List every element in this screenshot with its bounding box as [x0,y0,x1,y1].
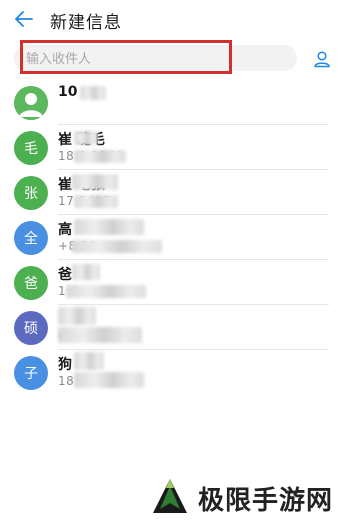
blur-mask [58,307,96,325]
app-header: 新建信息 [0,0,343,38]
contact-picker-button[interactable] [309,46,335,72]
list-item[interactable]: 张 崔 毛张 17 5497 [0,170,343,215]
avatar-letter: 爸 [24,276,38,292]
blur-mask [74,352,104,370]
blur-mask [72,174,118,190]
avatar-letter: 张 [24,186,38,202]
blur-mask [80,86,106,100]
contact-name: 高 [58,222,72,238]
triangle-logo-icon [153,479,187,513]
blur-mask [74,219,144,235]
blur-mask [72,264,100,280]
contact-name: 10 [58,84,78,100]
avatar: 硕 [14,311,48,345]
back-button[interactable] [12,7,36,31]
contact-name: 爸 [58,267,72,283]
person-icon [314,51,330,68]
avatar: 爸 [14,266,48,300]
avatar [14,86,48,120]
blur-mask [74,131,98,145]
avatar: 子 [14,356,48,390]
blur-mask [58,327,142,343]
blur-mask [66,285,146,298]
avatar-letter: 硕 [24,321,38,337]
recipient-row [0,40,343,80]
list-item[interactable]: 毛 崔 睫毛 18 3 2842 [0,125,343,170]
list-item[interactable]: 爸 爸 1 4 [0,260,343,305]
watermark: 极限手游网 [150,474,340,518]
blur-mask [74,195,118,208]
list-item[interactable]: 全 高 +8 90 [0,215,343,260]
recipient-input[interactable] [26,47,226,71]
watermark-text: 极限手游网 [198,486,334,516]
person-icon [14,86,48,120]
avatar: 毛 [14,131,48,165]
blur-mask [72,240,162,253]
list-item[interactable]: 硕 6 [0,305,343,350]
avatar-letter: 全 [24,231,38,247]
page-title: 新建信息 [50,13,122,33]
avatar: 张 [14,176,48,210]
blur-mask [74,150,126,163]
list-item[interactable]: 子 狗 18 8 3 [0,350,343,395]
avatar-letter: 毛 [24,141,38,157]
contact-name: 狗 [58,357,72,373]
arrow-left-icon [15,11,33,27]
avatar: 全 [14,221,48,255]
blur-mask [74,372,144,388]
avatar-letter: 子 [24,366,38,382]
list-item[interactable]: 10 [0,80,343,125]
